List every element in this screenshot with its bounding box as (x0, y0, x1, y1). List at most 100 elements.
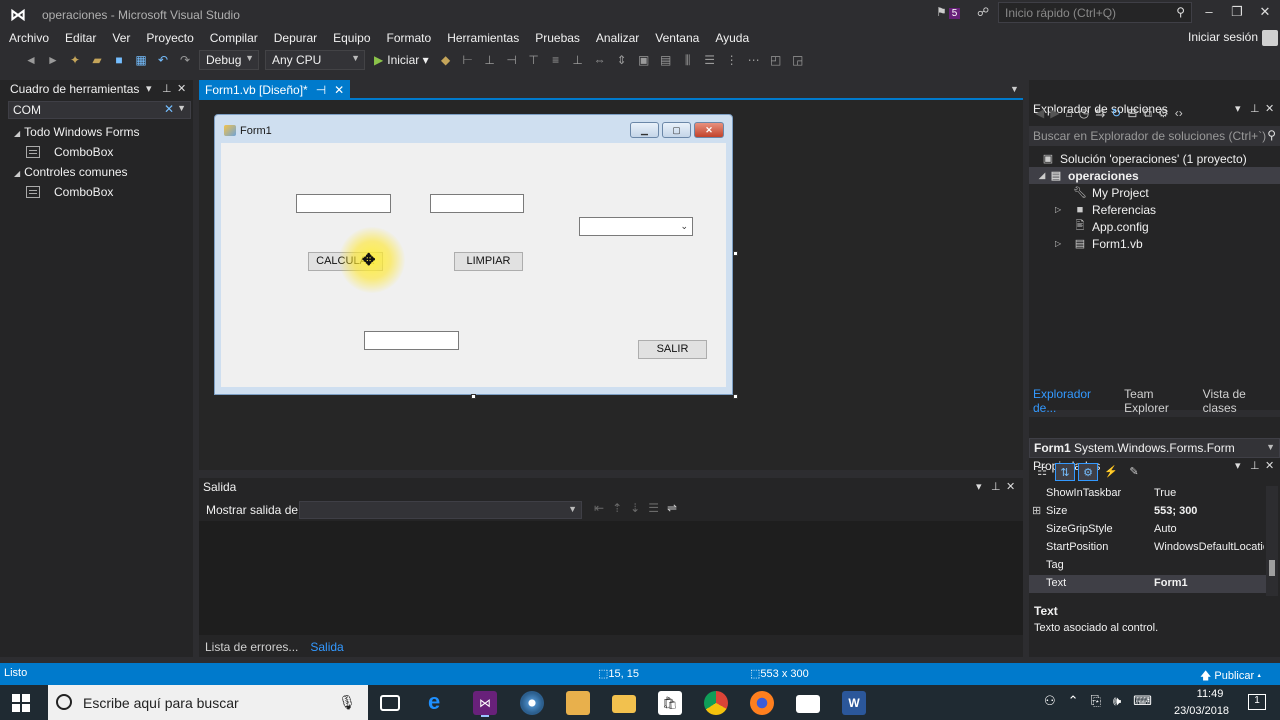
mail-icon[interactable] (796, 695, 820, 713)
spacing-v-icon[interactable]: ☰ (699, 49, 721, 71)
action-center-icon[interactable]: 1 (1248, 694, 1266, 710)
menu-ayuda[interactable]: Ayuda (707, 29, 757, 47)
solution-node[interactable]: ▣ Solución 'operaciones' (1 proyecto) (1029, 150, 1280, 167)
task-view-icon[interactable] (380, 695, 400, 711)
form-maximize-button[interactable]: ▢ (662, 122, 691, 138)
property-value[interactable]: 553; 300 (1154, 505, 1264, 517)
menu-compilar[interactable]: Compilar (202, 29, 266, 47)
new-project-icon[interactable]: ✦ (64, 49, 86, 71)
property-pages-icon[interactable]: ✎ (1124, 463, 1144, 481)
feedback-icon[interactable]: ☍ (977, 5, 989, 19)
center-v-icon[interactable]: ⋯ (743, 49, 765, 71)
attach-icon[interactable]: ◆ (435, 49, 457, 71)
file-explorer-icon[interactable] (612, 695, 636, 713)
property-row-startposition[interactable]: StartPosition WindowsDefaultLocation (1029, 539, 1267, 557)
configuration-dropdown[interactable]: Debug ▼ (199, 50, 259, 70)
close-icon[interactable]: ✕ (334, 83, 344, 97)
grid-icon[interactable]: ▤ (655, 49, 677, 71)
toolbox-item-combobox[interactable]: ComboBox (0, 142, 193, 162)
output-text-area[interactable] (199, 521, 1023, 635)
align-left-icon[interactable]: ⊢ (457, 49, 479, 71)
same-size-icon[interactable]: ▣ (633, 49, 655, 71)
my-project-node[interactable]: 🔧︎ My Project (1029, 184, 1280, 201)
events-icon[interactable]: ⚡ (1101, 463, 1121, 481)
tab-solution-explorer[interactable]: Explorador de... (1029, 387, 1114, 415)
notifications-flag-icon[interactable]: ⚑ 5 (936, 5, 966, 23)
form-close-button[interactable]: ✕ (694, 122, 724, 138)
property-row-showintaskbar[interactable]: ShowInTaskbar True (1029, 485, 1267, 503)
prev-message-icon[interactable]: ⇡ (612, 501, 622, 515)
save-all-icon[interactable]: ▦ (130, 49, 152, 71)
undo-icon[interactable]: ↶ (152, 49, 174, 71)
limpiar-button[interactable]: LIMPIAR (454, 252, 523, 271)
pin-icon[interactable]: ⊣ (316, 83, 326, 97)
people-icon[interactable]: ⚇ (1044, 693, 1056, 709)
word-icon[interactable]: W (842, 691, 866, 715)
menu-analizar[interactable]: Analizar (588, 29, 647, 47)
sync-icon[interactable]: ⇆ (1095, 106, 1105, 120)
platform-dropdown[interactable]: Any CPU ▼ (265, 50, 365, 70)
properties-scrollbar[interactable] (1266, 486, 1278, 596)
edge-icon[interactable]: e (428, 689, 452, 714)
clock-time[interactable]: 11:49 (1190, 688, 1230, 700)
same-height-icon[interactable]: ⇕ (611, 49, 633, 71)
properties-icon[interactable]: ⚙ (1158, 106, 1169, 120)
resize-handle-corner[interactable] (733, 394, 738, 399)
property-row-size[interactable]: ⊞ Size 553; 300 (1029, 503, 1267, 521)
chevron-down-icon[interactable]: ▼ (177, 103, 186, 113)
clear-all-icon[interactable]: ☰ (648, 501, 659, 515)
tab-list-icon[interactable]: ▼ (1010, 84, 1019, 94)
close-icon[interactable]: ✕ (177, 82, 186, 95)
property-value[interactable]: Form1 (1154, 577, 1264, 589)
property-value[interactable]: True (1154, 487, 1264, 499)
maximize-button[interactable]: ❐ (1222, 0, 1252, 26)
tab-class-view[interactable]: Vista de clases (1199, 387, 1280, 415)
align-middle-icon[interactable]: ≡ (545, 49, 567, 71)
quick-launch-input[interactable]: Inicio rápido (Ctrl+Q) ⚲ (998, 2, 1192, 23)
visual-studio-taskbar-icon[interactable]: ⋈ (473, 691, 497, 715)
property-row-tag[interactable]: Tag (1029, 557, 1267, 575)
textbox-2[interactable] (430, 194, 524, 213)
volume-icon[interactable]: 🕪︎ (1113, 693, 1121, 709)
refresh-icon[interactable]: ↻ (1111, 106, 1121, 120)
davinci-icon[interactable] (520, 691, 544, 715)
back-icon[interactable]: ◄ (20, 49, 42, 71)
categorized-icon[interactable]: ☷ (1032, 463, 1052, 481)
property-row-text[interactable]: Text Form1 (1029, 575, 1267, 593)
toolbox-search-input[interactable]: COM ✕ ▼ (8, 101, 191, 119)
textbox-1[interactable] (296, 194, 391, 213)
chevron-down-icon[interactable]: ▾ (976, 480, 982, 493)
publish-button[interactable]: 🡅︎ Publicar ▴ (1200, 667, 1261, 686)
open-file-icon[interactable]: ▰ (86, 49, 108, 71)
taskbar-search-box[interactable]: Escribe aquí para buscar 🎙︎ (48, 685, 368, 720)
project-node[interactable]: ◢ ▤ operaciones (1029, 167, 1280, 184)
send-back-icon[interactable]: ◲ (787, 49, 809, 71)
word-wrap-icon[interactable]: ⇌ (667, 501, 677, 515)
bring-front-icon[interactable]: ◰ (765, 49, 787, 71)
pin-icon[interactable]: ⊥ (991, 480, 1001, 493)
toolbox-group-common-controls[interactable]: ◢ Controles comunes (0, 162, 193, 182)
home-icon[interactable]: ⌂ (1065, 106, 1072, 120)
start-button[interactable]: ▶ Iniciar ▾ (368, 53, 435, 67)
expand-icon[interactable]: ⊞ (1032, 504, 1041, 517)
toolbox-item-combobox[interactable]: ComboBox (0, 182, 193, 202)
references-node[interactable]: ▷ ■ Referencias (1029, 201, 1280, 218)
align-bottom-icon[interactable]: ⊥ (567, 49, 589, 71)
resize-handle-bottom[interactable] (471, 394, 476, 399)
chrome-icon[interactable] (704, 691, 728, 715)
align-top-icon[interactable]: ⊤ (523, 49, 545, 71)
chevron-down-icon[interactable]: ▾ (146, 82, 152, 95)
operation-combobox[interactable]: ⌄ (579, 217, 693, 236)
microphone-icon[interactable]: 🎙︎ (338, 694, 356, 711)
resize-handle-right[interactable] (733, 251, 738, 256)
chevron-up-icon[interactable]: ⌃ (1068, 693, 1079, 709)
menu-equipo[interactable]: Equipo (325, 29, 378, 47)
show-all-files-icon[interactable]: ⧉ (1143, 106, 1152, 121)
center-h-icon[interactable]: ⋮ (721, 49, 743, 71)
firefox-icon[interactable] (750, 691, 774, 715)
sign-in-link[interactable]: Iniciar sesión (1188, 30, 1258, 44)
tab-form1-design[interactable]: Form1.vb [Diseño]* ⊣ ✕ (199, 80, 351, 99)
back-icon[interactable]: ◀ (1035, 106, 1044, 120)
photos-icon[interactable] (566, 691, 590, 715)
menu-herramientas[interactable]: Herramientas (439, 29, 527, 47)
